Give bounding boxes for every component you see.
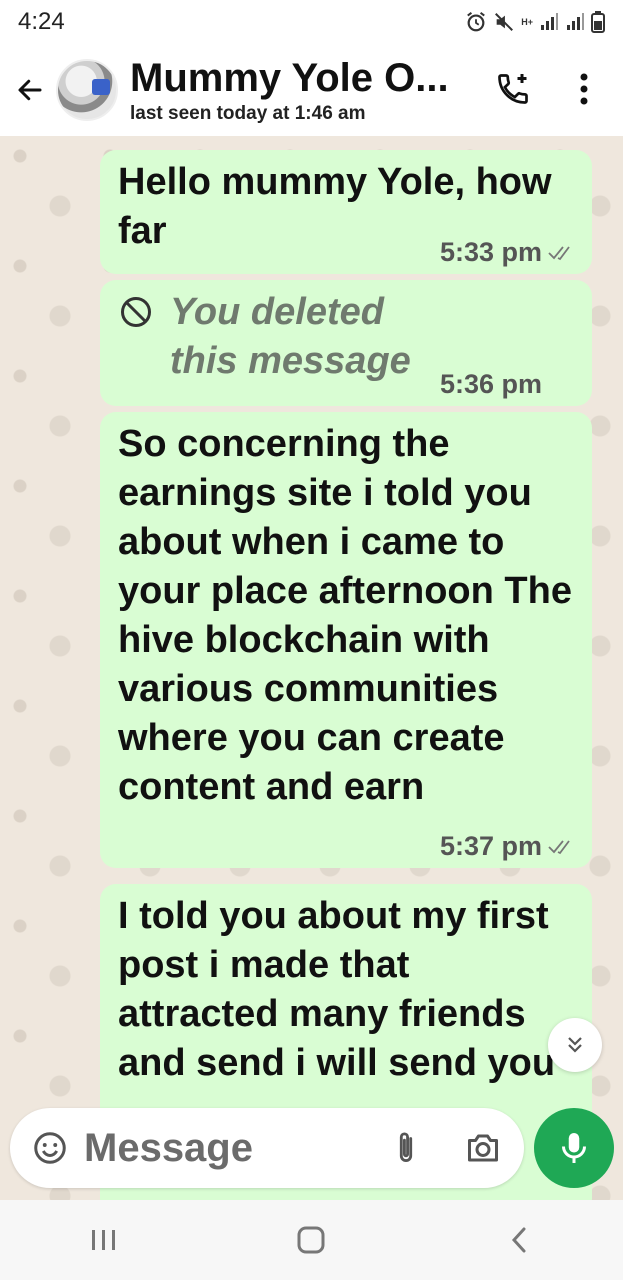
avatar[interactable]: [56, 59, 118, 121]
deleted-message-bubble[interactable]: You deleted this message 5:36 pm: [100, 280, 592, 406]
message-composer: [10, 1108, 524, 1188]
double-chevron-down-icon: [568, 1037, 582, 1053]
camera-icon: [468, 1134, 498, 1162]
recent-apps-button[interactable]: [74, 1210, 134, 1270]
battery-icon: [591, 11, 605, 33]
deleted-icon: [121, 297, 151, 327]
message-meta: 5:33 pm: [440, 237, 574, 268]
last-seen-status: last seen today at 1:46 am: [130, 103, 366, 124]
contact-info[interactable]: Mummy Yole O... last seen today at 1:46 …: [130, 55, 470, 125]
chat-header: Mummy Yole O... last seen today at 1:46 …: [0, 44, 623, 136]
signal-icon: [539, 12, 559, 32]
more-options-button[interactable]: [564, 66, 604, 112]
message-meta: 5:36 pm: [440, 369, 542, 400]
home-button[interactable]: [281, 1210, 341, 1270]
message-text: I told you about my first post i made th…: [118, 895, 556, 1084]
status-bar: 4:24 H+: [0, 0, 623, 44]
system-back-button[interactable]: [489, 1210, 549, 1270]
voice-record-button[interactable]: [534, 1108, 614, 1188]
home-icon: [297, 1226, 325, 1254]
chat-area[interactable]: Hello mummy Yole, how far 5:33 pm You de…: [0, 136, 623, 1200]
signal-icon: [565, 12, 585, 32]
more-vert-icon: [580, 73, 588, 105]
contact-name: Mummy Yole O...: [130, 56, 449, 100]
back-button[interactable]: [8, 68, 52, 112]
message-time: 5:37 pm: [439, 831, 542, 861]
status-time: 4:24: [18, 8, 65, 35]
system-nav-bar: [0, 1200, 623, 1280]
attach-icon: [399, 1132, 413, 1162]
message-bubble[interactable]: Hello mummy Yole, how far 5:33 pm: [100, 150, 592, 274]
message-input[interactable]: [84, 1125, 364, 1171]
double-tick-icon: [548, 245, 570, 260]
double-tick-icon: [548, 839, 570, 854]
message-bubble[interactable]: So concerning the earnings site i told y…: [100, 412, 592, 868]
message-time: 5:33 pm: [439, 237, 542, 267]
emoji-icon: [34, 1132, 66, 1164]
emoji-button[interactable]: [28, 1126, 72, 1170]
mic-icon: [562, 1133, 586, 1163]
message-meta: 5:37 pm: [440, 831, 574, 862]
status-icons: H+: [465, 11, 605, 33]
attach-button[interactable]: [386, 1126, 426, 1170]
message-time: 5:36 pm: [439, 369, 542, 399]
back-arrow-icon: [18, 79, 42, 101]
deleted-message-text: You deleted this message: [170, 291, 411, 382]
add-call-button[interactable]: [490, 66, 536, 112]
mute-icon: [493, 11, 515, 33]
chevron-left-icon: [512, 1227, 526, 1253]
add-call-icon: [498, 74, 528, 104]
scroll-to-bottom-button[interactable]: [548, 1018, 602, 1072]
message-text: So concerning the earnings site i told y…: [118, 423, 572, 808]
camera-button[interactable]: [460, 1126, 506, 1170]
alarm-icon: [465, 11, 487, 33]
network-type-label: H+: [521, 17, 533, 27]
recent-apps-icon: [91, 1230, 115, 1250]
